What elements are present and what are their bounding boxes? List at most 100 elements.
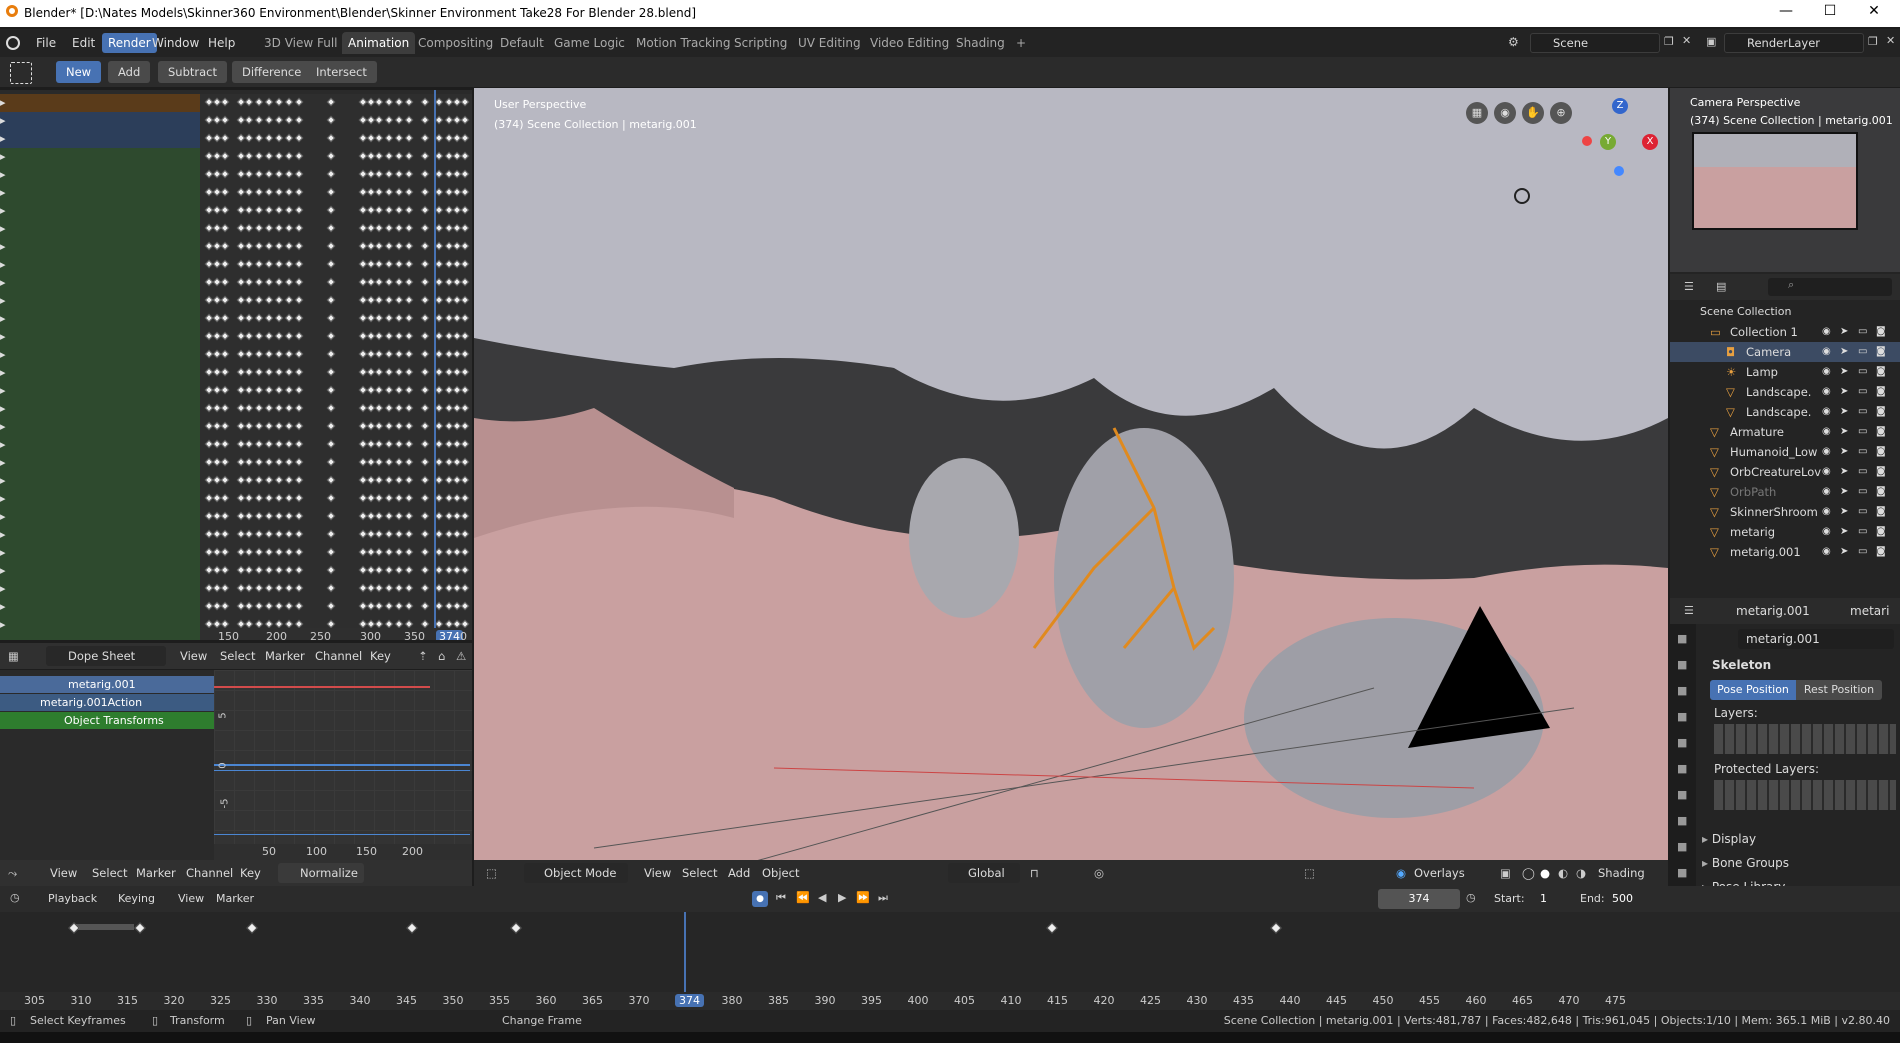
18[interactable]: ▸	[0, 562, 200, 580]
keyframe-diamond[interactable]	[394, 241, 404, 251]
keyframe-row[interactable]	[200, 166, 472, 184]
graph-channel-3[interactable]: Object Transforms	[0, 712, 214, 729]
keyframe-diamond[interactable]	[434, 97, 444, 107]
keyframe-diamond[interactable]	[404, 223, 414, 233]
keyframe-diamond[interactable]	[434, 475, 444, 485]
keyframe-row[interactable]	[200, 580, 472, 598]
properties-tab-object-icon[interactable]: ■	[1677, 788, 1687, 801]
keyframe-diamond[interactable]	[220, 367, 230, 377]
expand-icon[interactable]: ▸	[0, 526, 6, 544]
render-icon[interactable]: ◙	[1876, 502, 1886, 522]
ds-menu-key[interactable]: Key	[370, 649, 391, 663]
keyframe-diamond[interactable]	[394, 259, 404, 269]
keyframe-diamond[interactable]	[460, 151, 470, 161]
keyframe-diamond[interactable]	[326, 97, 336, 107]
shading-solid-icon[interactable]: ●	[1540, 866, 1550, 880]
render-layer-field[interactable]: RenderLayer	[1724, 33, 1864, 53]
keyframe-diamond[interactable]	[254, 529, 264, 539]
keyframe-diamond[interactable]	[326, 151, 336, 161]
18[interactable]: ▸	[0, 580, 200, 598]
keyframe-diamond[interactable]	[384, 601, 394, 611]
overlays-dropdown[interactable]: Overlays	[1414, 866, 1465, 880]
workspace-tab-3d-view-full[interactable]: 3D View Full	[258, 32, 344, 54]
keyframe-diamond[interactable]	[326, 421, 336, 431]
keyframe-row[interactable]	[200, 436, 472, 454]
keyframe-diamond[interactable]	[394, 313, 404, 323]
keyframe-diamond[interactable]	[284, 493, 294, 503]
zoom-icon[interactable]: ⊕	[1550, 102, 1572, 124]
keyframe-diamond[interactable]	[384, 115, 394, 125]
ge-menu-marker[interactable]: Marker	[136, 866, 176, 880]
keyframe-diamond[interactable]	[220, 511, 230, 521]
keyframe-diamond[interactable]	[460, 133, 470, 143]
keyframe-diamond[interactable]	[434, 511, 444, 521]
keyframe-diamond[interactable]	[420, 529, 430, 539]
keyframe-diamond[interactable]	[374, 187, 384, 197]
18[interactable]: ▸	[0, 436, 200, 454]
shading-render-icon[interactable]: ◑	[1576, 866, 1586, 880]
keyframe-diamond[interactable]	[264, 493, 274, 503]
protected-layers-grid[interactable]	[1714, 780, 1896, 810]
keyframe-diamond[interactable]	[254, 241, 264, 251]
render-icon[interactable]: ◙	[1876, 482, 1886, 502]
expand-icon[interactable]: ▸	[0, 148, 6, 166]
eye-icon[interactable]: ◉	[1822, 462, 1831, 482]
gizmo-toggle-icon[interactable]: ⬚	[1304, 866, 1315, 880]
12[interactable]: ▸	[0, 130, 200, 148]
keyframe-diamond[interactable]	[434, 205, 444, 215]
render-icon[interactable]: ◙	[1876, 442, 1886, 462]
keyframe-diamond[interactable]	[404, 169, 414, 179]
keyframe-diamond[interactable]	[274, 151, 284, 161]
keyframe-diamond[interactable]	[326, 439, 336, 449]
keyframe-diamond[interactable]	[254, 565, 264, 575]
eye-icon[interactable]: ◉	[1822, 402, 1831, 422]
viewport-icon[interactable]: ▭	[1858, 382, 1867, 402]
18[interactable]: ▸	[0, 148, 200, 166]
render-icon[interactable]: ◙	[1876, 342, 1886, 362]
keyframe-diamond[interactable]	[274, 313, 284, 323]
object-mode-dropdown[interactable]: Object Mode	[524, 863, 628, 883]
keyframe-diamond[interactable]	[460, 349, 470, 359]
expand-icon[interactable]: ▸	[0, 562, 6, 580]
keyframe-diamond[interactable]	[326, 205, 336, 215]
keyframe-diamond[interactable]	[274, 97, 284, 107]
keyframe-diamond[interactable]	[404, 493, 414, 503]
keyframe-diamond[interactable]	[384, 439, 394, 449]
keyframe-row[interactable]	[200, 94, 472, 112]
18[interactable]: ▸	[0, 184, 200, 202]
play-reverse-icon[interactable]: ◀	[818, 891, 826, 904]
keyframe-diamond[interactable]	[244, 493, 254, 503]
keyframe-diamond[interactable]	[420, 367, 430, 377]
eye-icon[interactable]: ◉	[1822, 482, 1831, 502]
vp-menu-add[interactable]: Add	[728, 866, 750, 880]
keyframe-diamond[interactable]	[294, 583, 304, 593]
keyframe-diamond[interactable]	[326, 313, 336, 323]
keyframe-diamond[interactable]	[326, 331, 336, 341]
keyframe-diamond[interactable]	[404, 547, 414, 557]
viewport-icon[interactable]: ▭	[1858, 322, 1867, 342]
keyframe-diamond[interactable]	[294, 547, 304, 557]
keyframe-diamond[interactable]	[244, 457, 254, 467]
keyframe-diamond[interactable]	[420, 583, 430, 593]
keyframe-diamond[interactable]	[326, 223, 336, 233]
keyframe-diamond[interactable]	[404, 151, 414, 161]
keyframe-diamond[interactable]	[220, 421, 230, 431]
keyframe-diamond[interactable]	[220, 97, 230, 107]
keyframe-diamond[interactable]	[254, 115, 264, 125]
keyframe-diamond[interactable]	[284, 277, 294, 287]
tl-menu-view[interactable]: View	[178, 892, 204, 905]
ge-menu-select[interactable]: Select	[92, 866, 127, 880]
keyframe-diamond[interactable]	[274, 187, 284, 197]
keyframe-diamond[interactable]	[220, 313, 230, 323]
keyframe-diamond[interactable]	[274, 457, 284, 467]
keyframe-row[interactable]	[200, 148, 472, 166]
menu-help[interactable]: Help	[202, 33, 241, 53]
keyframe-diamond[interactable]	[460, 565, 470, 575]
expand-icon[interactable]: ▸	[0, 112, 6, 130]
keyframe-diamond[interactable]	[404, 619, 414, 629]
keyframe-diamond[interactable]	[254, 133, 264, 143]
keyframe-diamond[interactable]	[434, 547, 444, 557]
keyframe-diamond[interactable]	[374, 115, 384, 125]
keyframe-diamond[interactable]	[374, 331, 384, 341]
keyframe-diamond[interactable]	[384, 529, 394, 539]
